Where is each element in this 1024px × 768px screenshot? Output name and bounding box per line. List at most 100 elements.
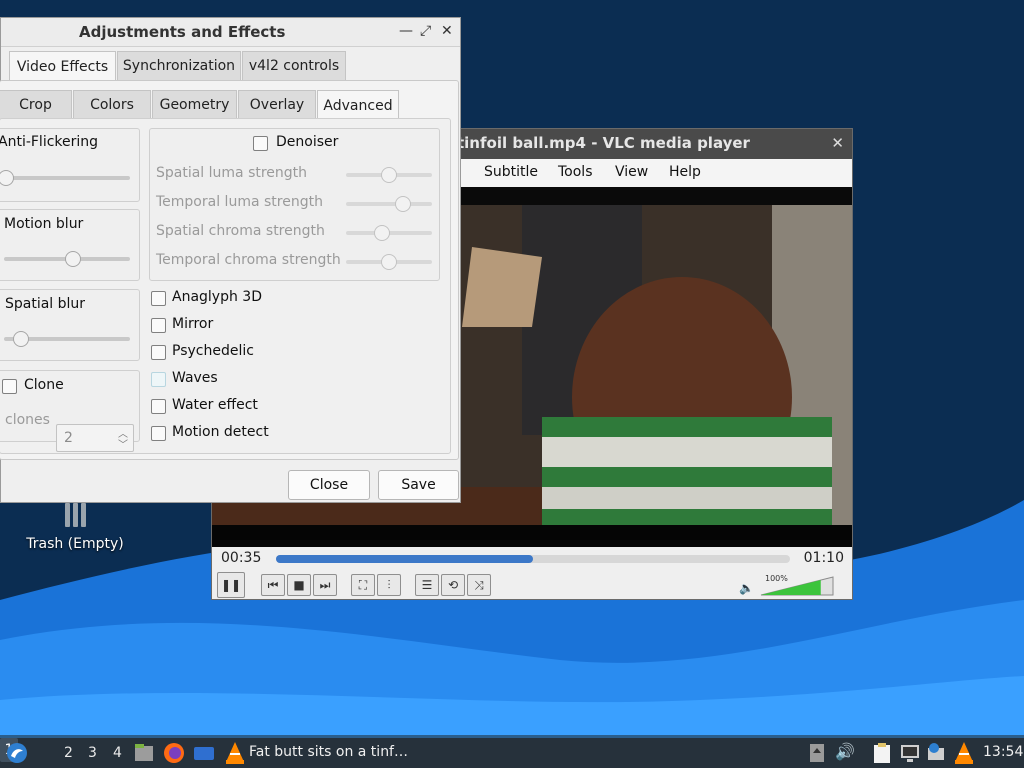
effect-checkbox[interactable] xyxy=(151,426,166,441)
volume-icon[interactable]: 🔊 xyxy=(835,742,855,761)
spatial-blur-group: Spatial blur xyxy=(0,289,140,361)
clone-checkbox[interactable] xyxy=(2,379,17,394)
menu-subtitle[interactable]: Subtitle xyxy=(484,164,538,180)
slider-handle[interactable] xyxy=(0,170,14,186)
minimize-icon[interactable]: — xyxy=(399,23,413,39)
tab-advanced[interactable]: Advanced xyxy=(317,90,399,120)
close-button[interactable]: Close xyxy=(288,470,370,500)
save-button[interactable]: Save xyxy=(378,470,459,500)
volume-slider[interactable] xyxy=(759,574,835,598)
stop-icon: ■ xyxy=(293,578,305,592)
tab-crop[interactable]: Crop xyxy=(0,90,72,120)
close-label: Close xyxy=(309,477,349,493)
seek-progress xyxy=(276,555,533,563)
tab-label: Overlay xyxy=(249,97,305,113)
vlc-icon xyxy=(226,742,244,764)
loop-button[interactable]: ⟲ xyxy=(441,574,465,596)
denoiser-param-label: Temporal chroma strength xyxy=(156,252,341,268)
denoiser-param-label: Spatial chroma strength xyxy=(156,223,325,239)
tab-v4l2-controls[interactable]: v4l2 controls xyxy=(242,51,346,81)
slider-handle[interactable] xyxy=(395,196,411,212)
slider-handle[interactable] xyxy=(381,167,397,183)
effect-checkbox[interactable] xyxy=(151,372,166,387)
effect-label: Motion detect xyxy=(172,424,269,440)
motion-blur-label: Motion blur xyxy=(4,216,84,232)
tab-label: v4l2 controls xyxy=(248,58,340,74)
menu-view[interactable]: View xyxy=(615,164,648,180)
pause-icon: ❚❚ xyxy=(220,578,242,592)
taskbar-task-title[interactable]: Fat butt sits on a tinf… xyxy=(249,744,408,760)
start-menu-icon[interactable] xyxy=(6,742,28,764)
playlist-button[interactable]: ☰ xyxy=(415,574,439,596)
denoiser-checkbox[interactable] xyxy=(253,136,268,151)
adjustments-dialog[interactable]: Adjustments and Effects — ⤢ ✕ Video Effe… xyxy=(0,17,461,503)
effect-checkbox[interactable] xyxy=(151,318,166,333)
denoiser-param-slider[interactable] xyxy=(346,202,432,206)
fullscreen-button[interactable]: ⛶ xyxy=(351,574,375,596)
network-icon[interactable] xyxy=(900,743,920,763)
trash-icon xyxy=(61,500,89,530)
update-notification-icon[interactable] xyxy=(926,742,946,764)
workspace-4[interactable]: 4 xyxy=(113,745,122,761)
desktop-icon[interactable] xyxy=(193,742,215,764)
anti-flickering-label: Anti-Flickering xyxy=(0,134,99,150)
clipboard-icon[interactable] xyxy=(872,742,892,764)
loop-icon: ⟲ xyxy=(447,578,459,592)
effect-checkbox[interactable] xyxy=(151,291,166,306)
slider-handle[interactable] xyxy=(374,225,390,241)
close-icon[interactable]: ✕ xyxy=(441,23,453,39)
denoiser-label: Denoiser xyxy=(276,134,339,150)
pause-button[interactable]: ❚❚ xyxy=(217,572,245,598)
tab-label: Synchronization xyxy=(122,58,236,74)
slider-handle[interactable] xyxy=(13,331,29,347)
effect-checkbox[interactable] xyxy=(151,399,166,414)
vlc-window-title: tinfoil ball.mp4 - VLC media player xyxy=(457,134,750,152)
menu-help[interactable]: Help xyxy=(669,164,701,180)
extended-settings-button[interactable]: ⫶ xyxy=(377,574,401,596)
workspace-2[interactable]: 2 xyxy=(64,745,73,761)
slider-handle[interactable] xyxy=(381,254,397,270)
tab-colors[interactable]: Colors xyxy=(73,90,151,120)
clock: 13:54 xyxy=(983,744,1024,760)
clones-spinbox[interactable]: 2 ︿ ﹀ xyxy=(56,424,134,452)
anti-flickering-group: Anti-Flickering xyxy=(0,128,140,202)
firefox-icon[interactable] xyxy=(163,742,185,764)
spatial-blur-label: Spatial blur xyxy=(5,296,86,312)
tab-geometry[interactable]: Geometry xyxy=(152,90,237,120)
tab-label: Advanced xyxy=(323,97,393,114)
effect-label: Anaglyph 3D xyxy=(172,289,262,305)
playback-controls: ❚❚ ⏮ ■ ⏭ ⛶ ⫶ ☰ ⟲ ⤨ 🔈 100% xyxy=(212,571,852,599)
seek-bar-row: 00:35 01:10 xyxy=(212,547,852,571)
shuffle-button[interactable]: ⤨ xyxy=(467,574,491,596)
mixer-icon[interactable] xyxy=(808,742,826,764)
adjustments-titlebar[interactable]: Adjustments and Effects — ⤢ ✕ xyxy=(1,18,460,47)
tab-overlay[interactable]: Overlay xyxy=(238,90,316,120)
tab-label: Colors xyxy=(90,97,134,113)
taskbar: 1 2 3 4 Fat butt sits on a tinf… 🔊 13:54 xyxy=(0,738,1024,768)
tab-video-effects[interactable]: Video Effects xyxy=(9,51,116,81)
vlc-tray-icon[interactable] xyxy=(953,741,975,765)
tab-label: Crop xyxy=(19,97,52,113)
trash-desktop-icon[interactable]: Trash (Empty) xyxy=(20,500,130,552)
effect-checkbox[interactable] xyxy=(151,345,166,360)
anti-flickering-slider[interactable] xyxy=(4,176,130,180)
previous-button[interactable]: ⏮ xyxy=(261,574,285,596)
chevron-down-icon[interactable]: ﹀ xyxy=(118,436,128,451)
tab-label: Geometry xyxy=(159,97,230,113)
tab-synchronization[interactable]: Synchronization xyxy=(117,51,241,81)
slider-handle[interactable] xyxy=(65,251,81,267)
close-icon[interactable]: ✕ xyxy=(831,134,844,152)
next-button[interactable]: ⏭ xyxy=(313,574,337,596)
elapsed-time: 00:35 xyxy=(221,550,262,566)
equalizer-icon: ⫶ xyxy=(387,577,391,592)
save-label: Save xyxy=(401,477,436,493)
workspace-3[interactable]: 3 xyxy=(88,745,97,761)
seek-slider[interactable] xyxy=(276,555,790,563)
file-manager-icon[interactable] xyxy=(133,742,155,764)
menu-tools[interactable]: Tools xyxy=(558,164,593,180)
previous-icon: ⏮ xyxy=(267,577,279,592)
speaker-icon[interactable]: 🔈 xyxy=(739,581,754,595)
maximize-icon[interactable]: ⤢ xyxy=(420,23,431,39)
stop-button[interactable]: ■ xyxy=(287,574,311,596)
denoiser-param-label: Spatial luma strength xyxy=(156,165,308,181)
